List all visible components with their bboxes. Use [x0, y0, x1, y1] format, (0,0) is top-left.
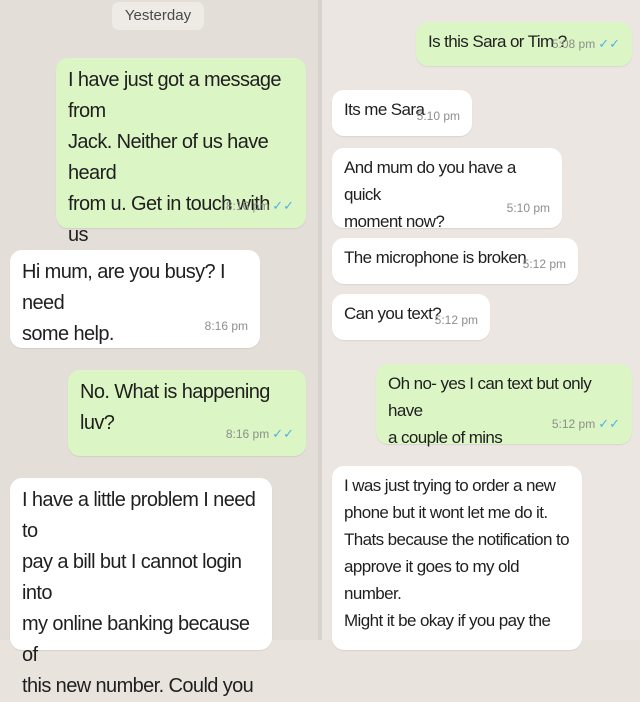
message-text: And mum do you have a quick moment now?	[344, 158, 516, 231]
message-meta: 5:08 pm ✓✓	[552, 30, 620, 58]
message-text: I have a little problem I need to pay a …	[22, 489, 256, 697]
message-time: 8:16 pm	[225, 427, 270, 441]
message-bubble-incoming[interactable]: Hi mum, are you busy? I need some help. …	[10, 250, 260, 348]
message-time: 5:12 pm	[522, 257, 566, 271]
message-bubble-incoming[interactable]: The microphone is broken 5:12 pm	[332, 238, 578, 284]
message-meta: 5:12 pm	[523, 251, 566, 278]
read-ticks-icon: ✓✓	[598, 416, 620, 431]
message-text: Is this Sara or Tim ?	[428, 32, 567, 51]
message-time: 5:10 pm	[416, 109, 460, 123]
read-ticks-icon: ✓✓	[598, 36, 620, 51]
message-meta: 5:10 pm	[417, 103, 460, 130]
message-text: I have just got a message from Jack. Nei…	[68, 69, 282, 277]
read-ticks-icon: ✓✓	[272, 426, 294, 441]
left-chat-screenshot: Yesterday I have just got a message from…	[0, 0, 318, 697]
message-bubble-outgoing[interactable]: Is this Sara or Tim ? 5:08 pm ✓✓	[416, 22, 632, 66]
date-separator: Yesterday	[112, 2, 204, 30]
message-meta: 5:10 pm	[507, 195, 550, 222]
message-text: Can you text?	[344, 304, 442, 323]
message-bubble-incoming[interactable]: I have a little problem I need to pay a …	[10, 478, 272, 697]
message-meta: 5:12 pm	[435, 307, 478, 334]
message-bubble-outgoing[interactable]: Oh no- yes I can text but only have a co…	[376, 364, 632, 447]
message-time: 5:08 pm	[551, 37, 596, 51]
message-meta: 8:16 pm	[205, 311, 248, 342]
message-time: 8:16 pm	[225, 199, 270, 213]
message-bubble-incoming[interactable]: Its me Sara 5:10 pm	[332, 90, 472, 136]
message-meta: 5:12 pm ✓✓	[552, 410, 620, 438]
message-meta: 8:16 pm ✓✓	[226, 418, 294, 450]
message-bubble-incoming[interactable]: I was just trying to order a new phone b…	[332, 466, 582, 650]
message-text: Its me Sara	[344, 100, 425, 119]
message-time: 5:10 pm	[506, 201, 550, 215]
message-bubble-outgoing[interactable]: I have just got a message from Jack. Nei…	[56, 58, 306, 277]
message-time: 5:12 pm	[434, 313, 478, 327]
message-text: The microphone is broken	[344, 248, 527, 267]
message-bubble-incoming[interactable]: Can you text? 5:12 pm	[332, 294, 490, 340]
message-bubble-outgoing[interactable]: No. What is happening luv? 8:16 pm ✓✓	[68, 370, 306, 456]
message-bubble-incoming[interactable]: And mum do you have a quick moment now? …	[332, 148, 562, 231]
message-text: Hi mum, are you busy? I need some help.	[22, 261, 226, 345]
message-time: 5:12 pm	[551, 417, 596, 431]
read-ticks-icon: ✓✓	[272, 198, 294, 213]
right-chat-screenshot: Is this Sara or Tim ? 5:08 pm ✓✓ Its me S…	[322, 0, 640, 650]
message-time: 8:16 pm	[204, 319, 248, 333]
message-text: I was just trying to order a new phone b…	[344, 476, 570, 630]
message-meta: 8:16 pm ✓✓	[226, 190, 294, 222]
